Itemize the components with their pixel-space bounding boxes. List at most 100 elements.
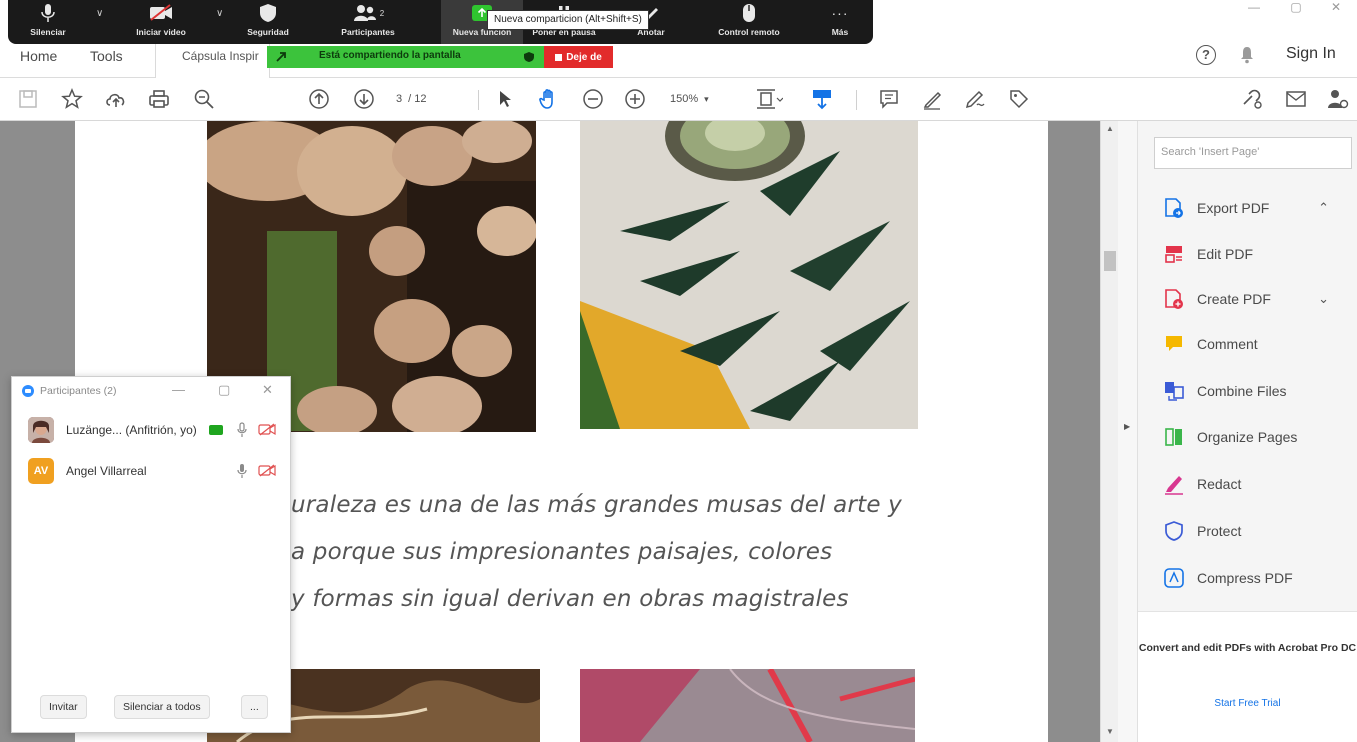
tool-organize-pages[interactable]: Organize Pages — [1162, 423, 1297, 451]
pane-toggle[interactable]: ▶ — [1118, 121, 1138, 742]
cloud-upload-icon[interactable] — [102, 85, 130, 113]
close-button[interactable]: ✕ — [1322, 0, 1350, 20]
share-arrow-icon — [276, 52, 286, 62]
participants-panel: Participantes (2) — ▢ ✕ Luzänge... (Anfi… — [11, 376, 291, 733]
more-button[interactable]: ··· Más — [820, 0, 860, 44]
tool-label: Comment — [1197, 336, 1258, 352]
minimize-icon[interactable]: — — [172, 382, 185, 397]
tool-label: Combine Files — [1197, 383, 1287, 399]
body-text-line: a porque sus impresionantes paisajes, co… — [291, 539, 833, 565]
zoom-meeting-toolbar: Silenciar ∨ Iniciar video ∨ Seguridad 2 … — [8, 0, 873, 44]
shield-icon — [524, 52, 534, 62]
zoom-out-icon[interactable] — [580, 85, 606, 113]
sign-icon[interactable] — [962, 85, 990, 113]
promo-text: Convert and edit PDFs with Acrobat Pro D… — [1138, 642, 1357, 654]
redact-icon — [1162, 472, 1186, 496]
video-off-icon — [148, 0, 174, 26]
tool-label: Export PDF — [1197, 200, 1270, 216]
next-page-icon[interactable] — [350, 85, 378, 113]
email-icon[interactable] — [1282, 85, 1310, 113]
microphone-icon[interactable] — [237, 422, 247, 438]
sharing-status-bar[interactable]: Está compartiendo la pantalla — [267, 46, 544, 68]
participant-count: 2 — [379, 8, 385, 18]
tool-create-pdf[interactable]: Create PDF — [1162, 285, 1342, 313]
security-button[interactable]: Seguridad — [236, 0, 300, 44]
video-off-icon[interactable] — [258, 464, 276, 477]
participants-title-text: Participantes (2) — [40, 385, 117, 397]
zoom-select[interactable]: 150% ▾ — [670, 88, 740, 110]
sharing-status-text: Está compartiendo la pantalla — [319, 50, 461, 61]
tool-compress-pdf[interactable]: Compress PDF — [1162, 564, 1293, 592]
tool-redact[interactable]: Redact — [1162, 470, 1241, 498]
start-video-button[interactable]: Iniciar video — [126, 0, 196, 44]
parrot-feather-photo — [580, 121, 918, 429]
minimize-button[interactable]: — — [1240, 0, 1268, 20]
stop-share-button[interactable]: Deje de — [544, 46, 613, 68]
page-current-input[interactable]: 3 — [396, 93, 402, 105]
star-icon[interactable] — [58, 85, 86, 113]
highlight-pen-icon[interactable] — [918, 85, 946, 113]
tool-combine-files[interactable]: Combine Files — [1162, 377, 1286, 405]
create-pdf-icon — [1162, 287, 1186, 311]
bell-icon[interactable] — [1240, 46, 1254, 64]
select-cursor-icon[interactable] — [492, 85, 518, 113]
search-tools-input[interactable]: Search 'Insert Page' — [1154, 137, 1352, 169]
hand-tool-icon[interactable] — [534, 85, 564, 113]
previous-page-icon[interactable] — [305, 85, 333, 113]
tool-comment[interactable]: Comment — [1162, 330, 1258, 358]
menu-tools[interactable]: Tools — [90, 48, 123, 64]
zoom-in-icon[interactable] — [622, 85, 648, 113]
more-options-button[interactable]: ... — [241, 695, 268, 719]
save-icon[interactable] — [14, 85, 42, 113]
maximize-button[interactable]: ▢ — [1282, 0, 1310, 20]
tool-label: Redact — [1197, 476, 1242, 492]
tools-pane: Search 'Insert Page' Export PDF ⌃ Edit P… — [1138, 121, 1357, 742]
chevron-down-icon[interactable]: ⌄ — [1318, 291, 1329, 307]
page-fit-icon[interactable] — [752, 85, 786, 113]
main-toolbar: 3 / 12 150% ▾ — [0, 78, 1357, 121]
maximize-icon[interactable]: ▢ — [218, 382, 230, 398]
sign-in-link[interactable]: Sign In — [1286, 45, 1336, 63]
document-tab-label: Cápsula Inspir — [182, 49, 259, 63]
zoom-search-icon[interactable] — [190, 85, 218, 113]
scroll-thumb[interactable] — [1104, 251, 1116, 271]
chevron-up-icon[interactable]: ⌃ — [1318, 200, 1329, 216]
organize-pages-icon — [1162, 425, 1186, 449]
invite-button[interactable]: Invitar — [40, 695, 87, 719]
security-label: Seguridad — [247, 27, 289, 37]
avatar: AV — [28, 458, 54, 484]
help-icon[interactable]: ? — [1196, 45, 1216, 65]
start-free-trial-link[interactable]: Start Free Trial — [1138, 698, 1357, 709]
print-icon[interactable] — [145, 85, 173, 113]
tag-icon[interactable] — [1005, 85, 1033, 113]
chevron-up-icon[interactable]: ∨ — [96, 8, 103, 19]
mute-button[interactable]: Silenciar — [22, 0, 74, 44]
scroll-mode-icon[interactable] — [808, 85, 836, 113]
chevron-up-icon[interactable]: ∨ — [216, 8, 223, 19]
tool-protect[interactable]: Protect — [1162, 517, 1241, 545]
share-link-icon[interactable] — [1238, 85, 1266, 113]
microphone-icon[interactable] — [237, 463, 247, 479]
comment-icon[interactable] — [875, 85, 903, 113]
vertical-scrollbar[interactable]: ▲ ▼ — [1100, 121, 1118, 742]
add-user-icon[interactable] — [1324, 85, 1352, 113]
participant-row[interactable]: Luzänge... (Anfitrión, yo) — [28, 417, 278, 443]
close-icon[interactable]: ✕ — [262, 382, 273, 398]
scroll-down-icon[interactable]: ▼ — [1106, 727, 1114, 736]
remote-control-button[interactable]: Control remoto — [703, 0, 795, 44]
video-off-icon[interactable] — [258, 423, 276, 436]
body-text-line: uraleza es una de las más grandes musas … — [291, 492, 902, 518]
shield-icon — [259, 0, 277, 26]
tool-export-pdf[interactable]: Export PDF — [1162, 194, 1342, 222]
tool-label: Protect — [1197, 523, 1242, 539]
participants-button[interactable]: 2 Participantes — [333, 0, 403, 44]
new-share-tooltip: Nueva comparticion (Alt+Shift+S) — [487, 10, 649, 30]
document-tab[interactable]: Cápsula Inspir — [155, 44, 270, 78]
mute-all-button[interactable]: Silenciar a todos — [114, 695, 210, 719]
tool-edit-pdf[interactable]: Edit PDF — [1162, 240, 1253, 268]
scroll-up-icon[interactable]: ▲ — [1106, 124, 1114, 133]
chevron-right-icon: ▶ — [1124, 422, 1131, 431]
leaf-photo — [580, 669, 915, 742]
menu-home[interactable]: Home — [20, 48, 57, 64]
participant-row[interactable]: AV Angel Villarreal — [28, 458, 278, 484]
